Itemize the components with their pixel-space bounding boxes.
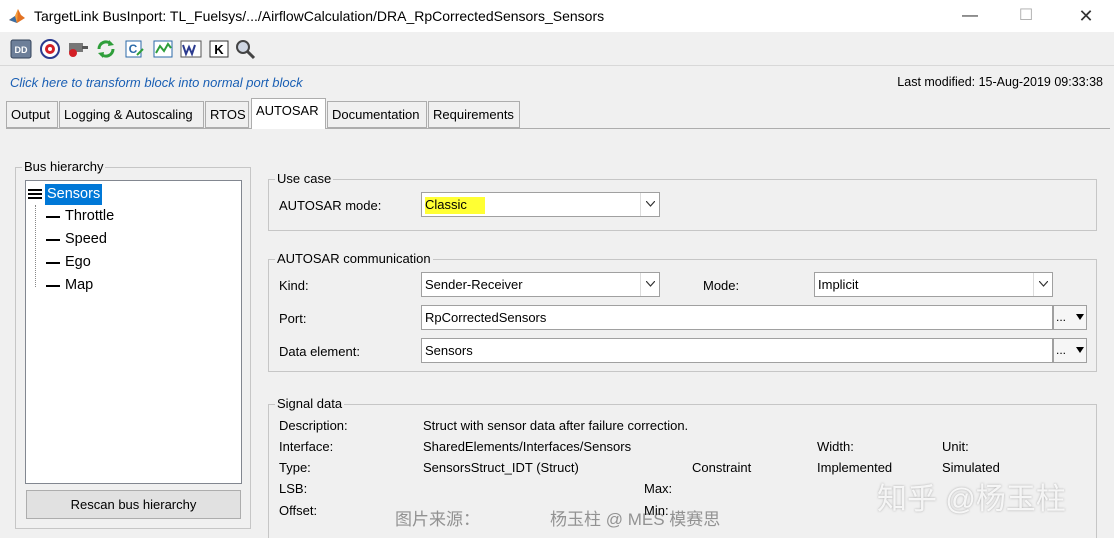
chevron-down-icon: [640, 273, 659, 296]
max-label: Max:: [644, 481, 673, 496]
svg-text:K: K: [214, 42, 224, 57]
port-label: Port:: [279, 311, 307, 326]
mode-select[interactable]: Implicit: [814, 272, 1053, 297]
kind-label: Kind:: [279, 278, 309, 293]
chevron-down-icon: [640, 193, 659, 216]
last-modified: Last modified: 15-Aug-2019 09:33:38: [897, 75, 1103, 89]
bus-tree[interactable]: Sensors Throttle Speed Ego Map: [25, 180, 242, 484]
port-browse-button[interactable]: ...: [1053, 305, 1087, 330]
tree-item-speed[interactable]: Speed: [65, 229, 107, 250]
target-icon[interactable]: [39, 38, 61, 60]
kind-value: Sender-Receiver: [425, 277, 523, 292]
bus-hierarchy-title: Bus hierarchy: [22, 159, 106, 174]
tree-item-throttle[interactable]: Throttle: [65, 206, 114, 227]
signal-data-title: Signal data: [275, 396, 345, 411]
tab-output[interactable]: Output: [6, 101, 58, 128]
data-element-field[interactable]: Sensors: [421, 338, 1053, 363]
maximize-button[interactable]: ☐: [1004, 4, 1048, 28]
offset-label: Offset:: [279, 503, 318, 518]
port-field[interactable]: RpCorrectedSensors: [421, 305, 1053, 330]
close-button[interactable]: ✕: [1064, 4, 1108, 28]
interface-value: SharedElements/Interfaces/Sensors: [423, 439, 632, 454]
chevron-down-icon: [1033, 273, 1052, 296]
interface-label: Interface:: [279, 439, 334, 454]
window-title: TargetLink BusInport: TL_Fuelsys/.../Air…: [34, 8, 605, 24]
autosar-communication-title: AUTOSAR communication: [275, 251, 433, 266]
implemented-label: Implemented: [817, 460, 893, 475]
unit-label: Unit:: [942, 439, 969, 454]
mode-label: Mode:: [703, 278, 740, 293]
tree-item-sensors[interactable]: Sensors: [45, 184, 103, 205]
transform-block-link[interactable]: Click here to transform block into norma…: [10, 75, 303, 90]
use-case-group: Use case: [268, 171, 1097, 231]
tree-item-ego[interactable]: Ego: [65, 252, 91, 273]
zhihu-watermark: 知乎 @杨玉柱: [877, 483, 1066, 516]
type-value: SensorsStruct_IDT (Struct): [423, 460, 579, 475]
autosar-mode-label: AUTOSAR mode:: [279, 198, 382, 213]
autosar-mode-value: Classic: [425, 197, 485, 214]
tab-panel-border: [6, 128, 1110, 129]
tree-dash: [46, 262, 60, 264]
chart-icon[interactable]: [152, 38, 174, 60]
tree-item-map[interactable]: Map: [65, 275, 93, 296]
browse-dots: ...: [1056, 310, 1067, 324]
constraint-label: Constraint: [692, 460, 752, 475]
tree-connector: [35, 205, 36, 287]
refresh-icon[interactable]: [95, 38, 117, 60]
k-icon[interactable]: K: [208, 38, 230, 60]
tab-logging-autoscaling[interactable]: Logging & Autoscaling: [59, 101, 204, 128]
use-case-title: Use case: [275, 171, 334, 186]
mode-value: Implicit: [818, 277, 859, 292]
dd-icon[interactable]: DD: [10, 38, 32, 60]
svg-text:DD: DD: [15, 45, 28, 55]
toolbar: DD C K: [0, 32, 1114, 66]
description-value: Struct with sensor data after failure co…: [423, 418, 689, 433]
tab-autosar[interactable]: AUTOSAR: [251, 98, 326, 129]
tab-rtos[interactable]: RTOS: [205, 101, 249, 128]
search-icon[interactable]: [234, 38, 256, 60]
w-icon[interactable]: [180, 38, 202, 60]
description-label: Description:: [279, 418, 348, 433]
autosar-mode-select[interactable]: Classic: [421, 192, 660, 217]
tree-dash: [46, 285, 60, 287]
tree-dash: [46, 239, 60, 241]
dropdown-arrow-icon: [1076, 314, 1084, 320]
browse-dots: ...: [1056, 343, 1067, 357]
code-icon[interactable]: C: [123, 38, 145, 60]
bus-icon[interactable]: [67, 38, 89, 60]
tab-documentation[interactable]: Documentation: [327, 101, 427, 128]
matlab-icon: [9, 9, 25, 23]
author-watermark: 杨玉柱 @ MES 模赛思: [550, 510, 721, 529]
simulated-label: Simulated: [942, 460, 1000, 475]
rescan-bus-hierarchy-button[interactable]: Rescan bus hierarchy: [26, 490, 241, 519]
type-label: Type:: [279, 460, 311, 475]
tree-dash: [46, 216, 60, 218]
title-bar: TargetLink BusInport: TL_Fuelsys/.../Air…: [0, 0, 1114, 32]
kind-select[interactable]: Sender-Receiver: [421, 272, 660, 297]
lsb-label: LSB:: [279, 481, 308, 496]
width-label: Width:: [817, 439, 854, 454]
dropdown-arrow-icon: [1076, 347, 1084, 353]
data-element-browse-button[interactable]: ...: [1053, 338, 1087, 363]
image-source-watermark: 图片来源：: [395, 510, 480, 529]
data-element-label: Data element:: [279, 344, 360, 359]
svg-text:C: C: [129, 42, 138, 56]
tree-expand-icon[interactable]: [28, 189, 42, 199]
minimize-button[interactable]: —: [948, 4, 992, 28]
tab-requirements[interactable]: Requirements: [428, 101, 520, 128]
